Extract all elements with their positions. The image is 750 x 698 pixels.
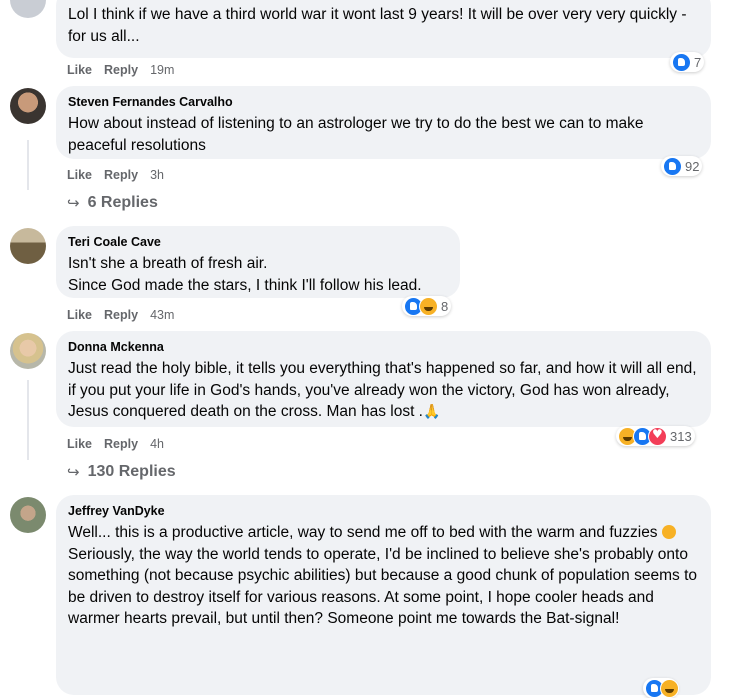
timestamp[interactable]: 43m	[150, 308, 174, 322]
avatar[interactable]	[10, 333, 46, 369]
comment-actions: Like Reply 19m	[67, 63, 174, 77]
comment-text: Just read the holy bible, it tells you e…	[68, 358, 699, 424]
reply-button[interactable]: Reply	[104, 308, 138, 322]
laughing-emoji-icon	[661, 525, 676, 539]
reaction-summary[interactable]: 7	[670, 52, 705, 72]
view-replies-link[interactable]: ↪ 6 Replies	[67, 194, 158, 212]
avatar[interactable]	[10, 88, 46, 124]
comment-text-line: Since God made the stars, I think I'll f…	[68, 276, 422, 294]
comment-text-body: Just read the holy bible, it tells you e…	[68, 360, 697, 420]
comment-bubble: Steven Fernandes Carvalho How about inst…	[56, 86, 711, 159]
comment-bubble: Donna Mckenna Just read the holy bible, …	[56, 331, 711, 427]
timestamp[interactable]: 3h	[150, 168, 164, 182]
comment-actions: Like Reply 4h	[67, 437, 164, 451]
comment-text-line: Isn't she a breath of fresh air.	[68, 255, 268, 272]
avatar[interactable]	[10, 228, 46, 264]
comment-bubble: Lol I think if we have a third world war…	[56, 0, 711, 58]
comment-actions: Like Reply 43m	[67, 308, 174, 322]
comment-actions: Like Reply 3h	[67, 168, 164, 182]
comment-author[interactable]: Steven Fernandes Carvalho	[68, 94, 699, 111]
view-replies-link[interactable]: ↪ 130 Replies	[67, 463, 176, 481]
like-icon	[663, 156, 682, 176]
reply-button[interactable]: Reply	[104, 168, 138, 182]
comment-text: Lol I think if we have a third world war…	[68, 6, 687, 45]
like-icon	[672, 52, 691, 72]
reaction-summary[interactable]: 8	[402, 296, 452, 316]
timestamp[interactable]: 4h	[150, 437, 164, 451]
love-icon	[648, 426, 667, 446]
folded-hands-emoji: 🙏	[423, 404, 441, 420]
like-button[interactable]: Like	[67, 308, 92, 322]
comment-text-part: Seriously, the way the world tends to op…	[68, 545, 697, 628]
replies-label: 130 Replies	[87, 463, 176, 480]
comment-bubble: Jeffrey VanDyke Well... this is a produc…	[56, 495, 711, 695]
timestamp[interactable]: 19m	[150, 63, 174, 77]
like-button[interactable]: Like	[67, 63, 92, 77]
reaction-summary[interactable]	[643, 678, 679, 698]
reaction-count: 313	[670, 428, 692, 444]
reaction-count: 7	[694, 54, 702, 70]
haha-icon	[419, 296, 438, 316]
reply-button[interactable]: Reply	[104, 63, 138, 77]
comment-author[interactable]: Teri Coale Cave	[68, 234, 448, 251]
reply-arrow-icon: ↪	[67, 463, 80, 481]
comment-bubble: Teri Coale Cave Isn't she a breath of fr…	[56, 226, 460, 298]
reply-arrow-icon: ↪	[67, 194, 80, 212]
replies-label: 6 Replies	[87, 194, 158, 211]
thread-line	[27, 380, 29, 460]
avatar[interactable]	[10, 497, 46, 533]
comment-author[interactable]: Jeffrey VanDyke	[68, 503, 699, 520]
comment-text-part: Well... this is a productive article, wa…	[68, 524, 658, 541]
avatar[interactable]	[10, 0, 46, 18]
haha-icon	[660, 678, 679, 698]
reaction-summary[interactable]: 92	[661, 156, 703, 176]
reaction-count: 8	[441, 298, 449, 314]
reaction-count: 92	[685, 158, 700, 174]
comment-text: Well... this is a productive article, wa…	[68, 522, 699, 544]
like-button[interactable]: Like	[67, 437, 92, 451]
comment-author[interactable]: Donna Mckenna	[68, 339, 699, 356]
reaction-summary[interactable]: 313	[616, 426, 695, 446]
like-button[interactable]: Like	[67, 168, 92, 182]
comment-text: How about instead of listening to an ast…	[68, 115, 644, 154]
reply-button[interactable]: Reply	[104, 437, 138, 451]
thread-line	[27, 140, 29, 190]
